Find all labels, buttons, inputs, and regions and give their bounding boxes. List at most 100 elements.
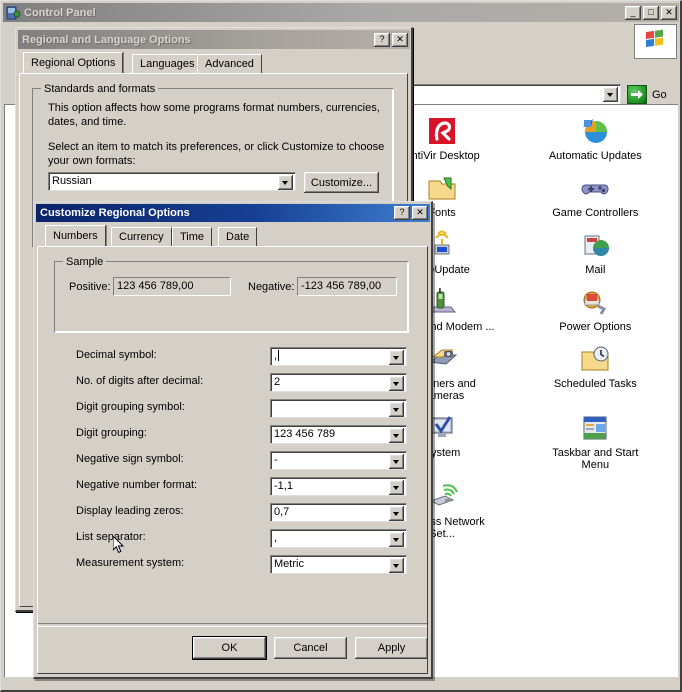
list-separator-label: List separator: (76, 531, 146, 543)
display-leading-zeros-dropdown-arrow[interactable] (389, 506, 404, 521)
sample-group: Sample Positive: 123 456 789,00 Negative… (54, 256, 409, 333)
measurement-system-dropdown-arrow[interactable] (389, 558, 404, 573)
cp-icon-label: Mail (585, 264, 606, 276)
tab-time[interactable]: Time (172, 227, 213, 246)
digit-grouping-symbol-dropdown-arrow[interactable] (389, 402, 404, 417)
field-row-digit-grouping-symbol: Digit grouping symbol: (38, 399, 427, 418)
sample-positive-label: Positive: (69, 281, 111, 293)
list-separator-dropdown-arrow[interactable] (389, 532, 404, 547)
field-row-list-separator: List separator:, (38, 529, 427, 548)
cp-icon-taskbar-and-start-menu[interactable]: Taskbar and Start Menu (519, 406, 672, 471)
sample-negative-value: -123 456 789,00 (297, 277, 397, 296)
mail-icon (579, 229, 611, 261)
measurement-system-value: Metric (274, 558, 304, 570)
sample-positive-value: 123 456 789,00 (113, 277, 231, 296)
digits-after-decimal-dropdown-arrow[interactable] (389, 376, 404, 391)
field-row-digit-grouping: Digit grouping: 123 456 789 (38, 425, 427, 444)
taskbar-and-start-menu-icon (579, 412, 611, 444)
control-panel-titlebar[interactable]: Control Panel _ □ ✕ (3, 3, 679, 22)
standards-instruction-line1: Select an item to match its preferences,… (48, 141, 385, 153)
standards-instruction-line2: your own formats: (48, 155, 136, 167)
cp-icon-label: Game Controllers (552, 207, 639, 219)
locale-select[interactable]: Russian (48, 172, 296, 191)
regional-close-button[interactable]: ✕ (392, 32, 408, 47)
go-button[interactable]: Go (627, 84, 677, 105)
cp-icon-label: Taskbar and Start Menu (552, 447, 639, 471)
measurement-system-label: Measurement system: (76, 557, 185, 569)
decimal-symbol-select[interactable]: , (270, 347, 407, 366)
apply-button[interactable]: Apply (355, 637, 428, 659)
list-separator-select[interactable]: , (270, 529, 407, 548)
power-options-icon (579, 286, 611, 318)
negative-number-format-label: Negative number format: (76, 479, 198, 491)
numbers-pane: Sample Positive: 123 456 789,00 Negative… (37, 246, 428, 674)
decimal-symbol-label: Decimal symbol: (76, 349, 157, 361)
regional-dialog-title: Regional and Language Options (22, 33, 191, 46)
negative-number-format-select[interactable]: -1,1 (270, 477, 407, 496)
locale-dropdown-arrow[interactable] (278, 175, 293, 190)
tab-advanced[interactable]: Advanced (197, 54, 262, 73)
green-arrow-icon (627, 85, 647, 104)
digit-grouping-symbol-select[interactable] (270, 399, 407, 418)
regional-tabstrip: Regional Options Languages Advanced (19, 52, 408, 73)
standards-description-line1: This option affects how some programs fo… (48, 102, 380, 114)
regional-help-button[interactable]: ? (374, 32, 390, 47)
negative-sign-symbol-label: Negative sign symbol: (76, 453, 184, 465)
negative-number-format-value: -1,1 (274, 480, 293, 492)
address-dropdown-arrow[interactable] (603, 87, 618, 102)
display-leading-zeros-select[interactable]: 0,7 (270, 503, 407, 522)
cp-icon-label: Scheduled Tasks (553, 378, 637, 390)
ok-button[interactable]: OK (193, 637, 266, 659)
game-controllers-icon (579, 172, 611, 204)
customize-dialog-titlebar[interactable]: Customize Regional Options ? ✕ (36, 204, 430, 222)
decimal-symbol-dropdown-arrow[interactable] (389, 350, 404, 365)
maximize-button[interactable]: □ (643, 5, 659, 20)
digits-after-decimal-label: No. of digits after decimal: (76, 375, 204, 387)
field-row-measurement-system: Measurement system: Metric (38, 555, 427, 574)
negative-sign-symbol-select[interactable]: - (270, 451, 407, 470)
digit-grouping-select[interactable]: 123 456 789 (270, 425, 407, 444)
digits-after-decimal-select[interactable]: 2 (270, 373, 407, 392)
field-row-display-leading-zeros: Display leading zeros: 0,7 (38, 503, 427, 522)
antivir-desktop-icon (426, 115, 458, 147)
text-caret (278, 350, 280, 361)
cp-icon-game-controllers[interactable]: Game Controllers (519, 166, 672, 219)
tab-languages[interactable]: Languages (132, 54, 203, 73)
tab-date[interactable]: Date (218, 227, 258, 246)
tab-currency[interactable]: Currency (111, 227, 172, 246)
negative-number-format-dropdown-arrow[interactable] (389, 480, 404, 495)
scheduled-tasks-icon (579, 343, 611, 375)
field-row-negative-number-format: Negative number format: -1,1 (38, 477, 427, 496)
digit-grouping-value: 123 456 789 (274, 428, 336, 440)
customize-button[interactable]: Customize... (304, 172, 379, 193)
customize-close-button[interactable]: ✕ (412, 206, 428, 220)
negative-sign-symbol-dropdown-arrow[interactable] (389, 454, 404, 469)
customize-help-button[interactable]: ? (394, 206, 410, 220)
cp-icon-mail[interactable]: Mail (519, 223, 672, 276)
field-row-digits-after-decimal: No. of digits after decimal: 2 (38, 373, 427, 392)
close-button[interactable]: ✕ (661, 5, 677, 20)
cp-icon-power-options[interactable]: Power Options (519, 280, 672, 333)
regional-dialog-titlebar[interactable]: Regional and Language Options ? ✕ (18, 30, 410, 49)
button-separator (38, 623, 427, 627)
cp-icon-scheduled-tasks[interactable]: Scheduled Tasks (519, 337, 672, 402)
field-row-negative-sign-symbol: Negative sign symbol: - (38, 451, 427, 470)
cp-icon-label: Automatic Updates (548, 150, 642, 162)
cancel-button[interactable]: Cancel (274, 637, 347, 659)
windows-flag-icon (634, 24, 677, 59)
digit-grouping-dropdown-arrow[interactable] (389, 428, 404, 443)
digit-grouping-symbol-label: Digit grouping symbol: (76, 401, 185, 413)
customize-tabstrip: Numbers Currency Time Date (41, 225, 428, 246)
cp-icon-automatic-updates[interactable]: Automatic Updates (519, 109, 672, 162)
minimize-button[interactable]: _ (625, 5, 641, 20)
control-panel-window-buttons: _ □ ✕ (625, 5, 679, 20)
display-leading-zeros-value: 0,7 (274, 506, 290, 518)
automatic-updates-icon (579, 115, 611, 147)
sample-group-title: Sample (63, 256, 107, 268)
standards-description-line2: dates, and time. (48, 116, 127, 128)
control-panel-title: Control Panel (24, 6, 96, 19)
tab-regional-options[interactable]: Regional Options (23, 52, 124, 73)
negative-sign-symbol-value: - (274, 454, 278, 466)
measurement-system-select[interactable]: Metric (270, 555, 407, 574)
tab-numbers[interactable]: Numbers (45, 225, 106, 246)
